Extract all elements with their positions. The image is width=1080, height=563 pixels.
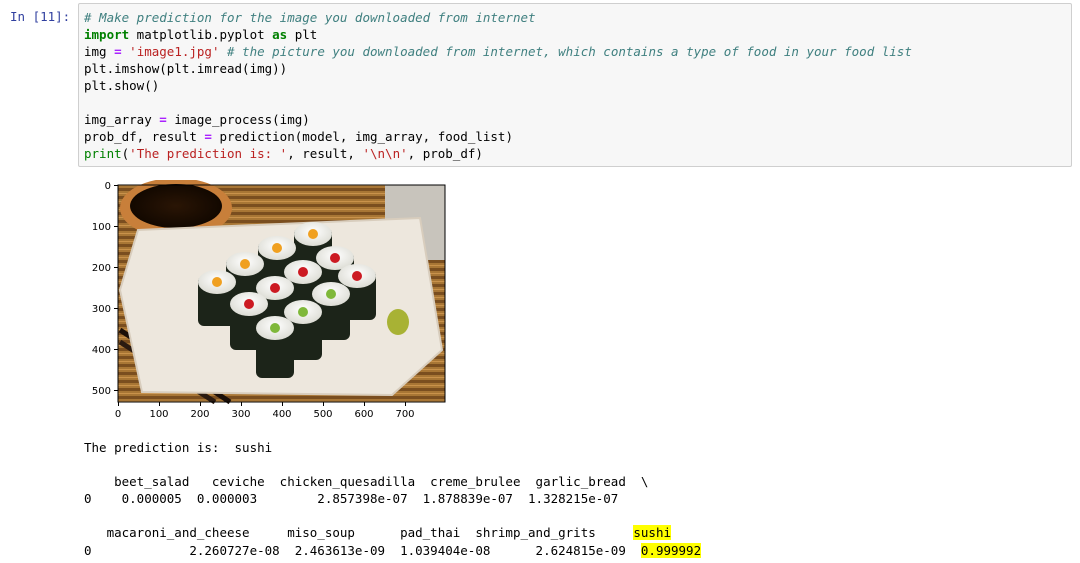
sushi-highlight: sushi — [633, 525, 672, 540]
code-line-4: plt.imshow(plt.imread(img)) — [84, 61, 288, 76]
imshow-plot: 0 100 200 300 400 500 0 100 200 300 400 … — [92, 180, 446, 420]
x-tick-label: 0 — [115, 409, 121, 420]
x-tick-label: 700 — [395, 409, 414, 420]
sushi-value-highlight: 0.999992 — [640, 543, 702, 558]
code-line-9: print('The prediction is: ', result, '\n… — [84, 146, 483, 161]
food-photo — [118, 180, 445, 405]
x-tick-label: 300 — [231, 409, 250, 420]
y-tick-label: 100 — [92, 222, 111, 233]
y-tick-label: 0 — [105, 181, 111, 192]
x-tick-label: 600 — [354, 409, 373, 420]
x-tick-label: 200 — [190, 409, 209, 420]
y-tick-label: 400 — [92, 345, 111, 356]
prob-table-2-row: 0 2.260727e-08 2.463613e-09 1.039404e-08… — [84, 543, 702, 558]
prob-table-2-header: macaroni_and_cheese miso_soup pad_thai s… — [84, 525, 672, 540]
input-prompt: In [11]: — [10, 9, 71, 24]
code-cell-input[interactable]: # Make prediction for the image you down… — [78, 3, 1072, 167]
code-line-3: img = 'image1.jpg' # the picture you dow… — [84, 44, 912, 59]
code-line-2: import matplotlib.pyplot as plt — [84, 27, 318, 42]
prediction-output: The prediction is: sushi — [84, 440, 273, 455]
code-line-8: prob_df, result = prediction(model, img_… — [84, 129, 513, 144]
y-tick-label: 200 — [92, 263, 111, 274]
x-tick-label: 100 — [149, 409, 168, 420]
code-line-7: img_array = image_process(img) — [84, 112, 310, 127]
y-tick-label: 500 — [92, 386, 111, 397]
y-tick-label: 300 — [92, 304, 111, 315]
code-line-1: # Make prediction for the image you down… — [84, 10, 536, 25]
prob-table-1-row: 0 0.000005 0.000003 2.857398e-07 1.87883… — [84, 491, 619, 506]
code-line-5: plt.show() — [84, 78, 160, 93]
x-tick-label: 500 — [313, 409, 332, 420]
x-tick-label: 400 — [272, 409, 291, 420]
prob-table-1-header: beet_salad ceviche chicken_quesadilla cr… — [84, 474, 649, 489]
